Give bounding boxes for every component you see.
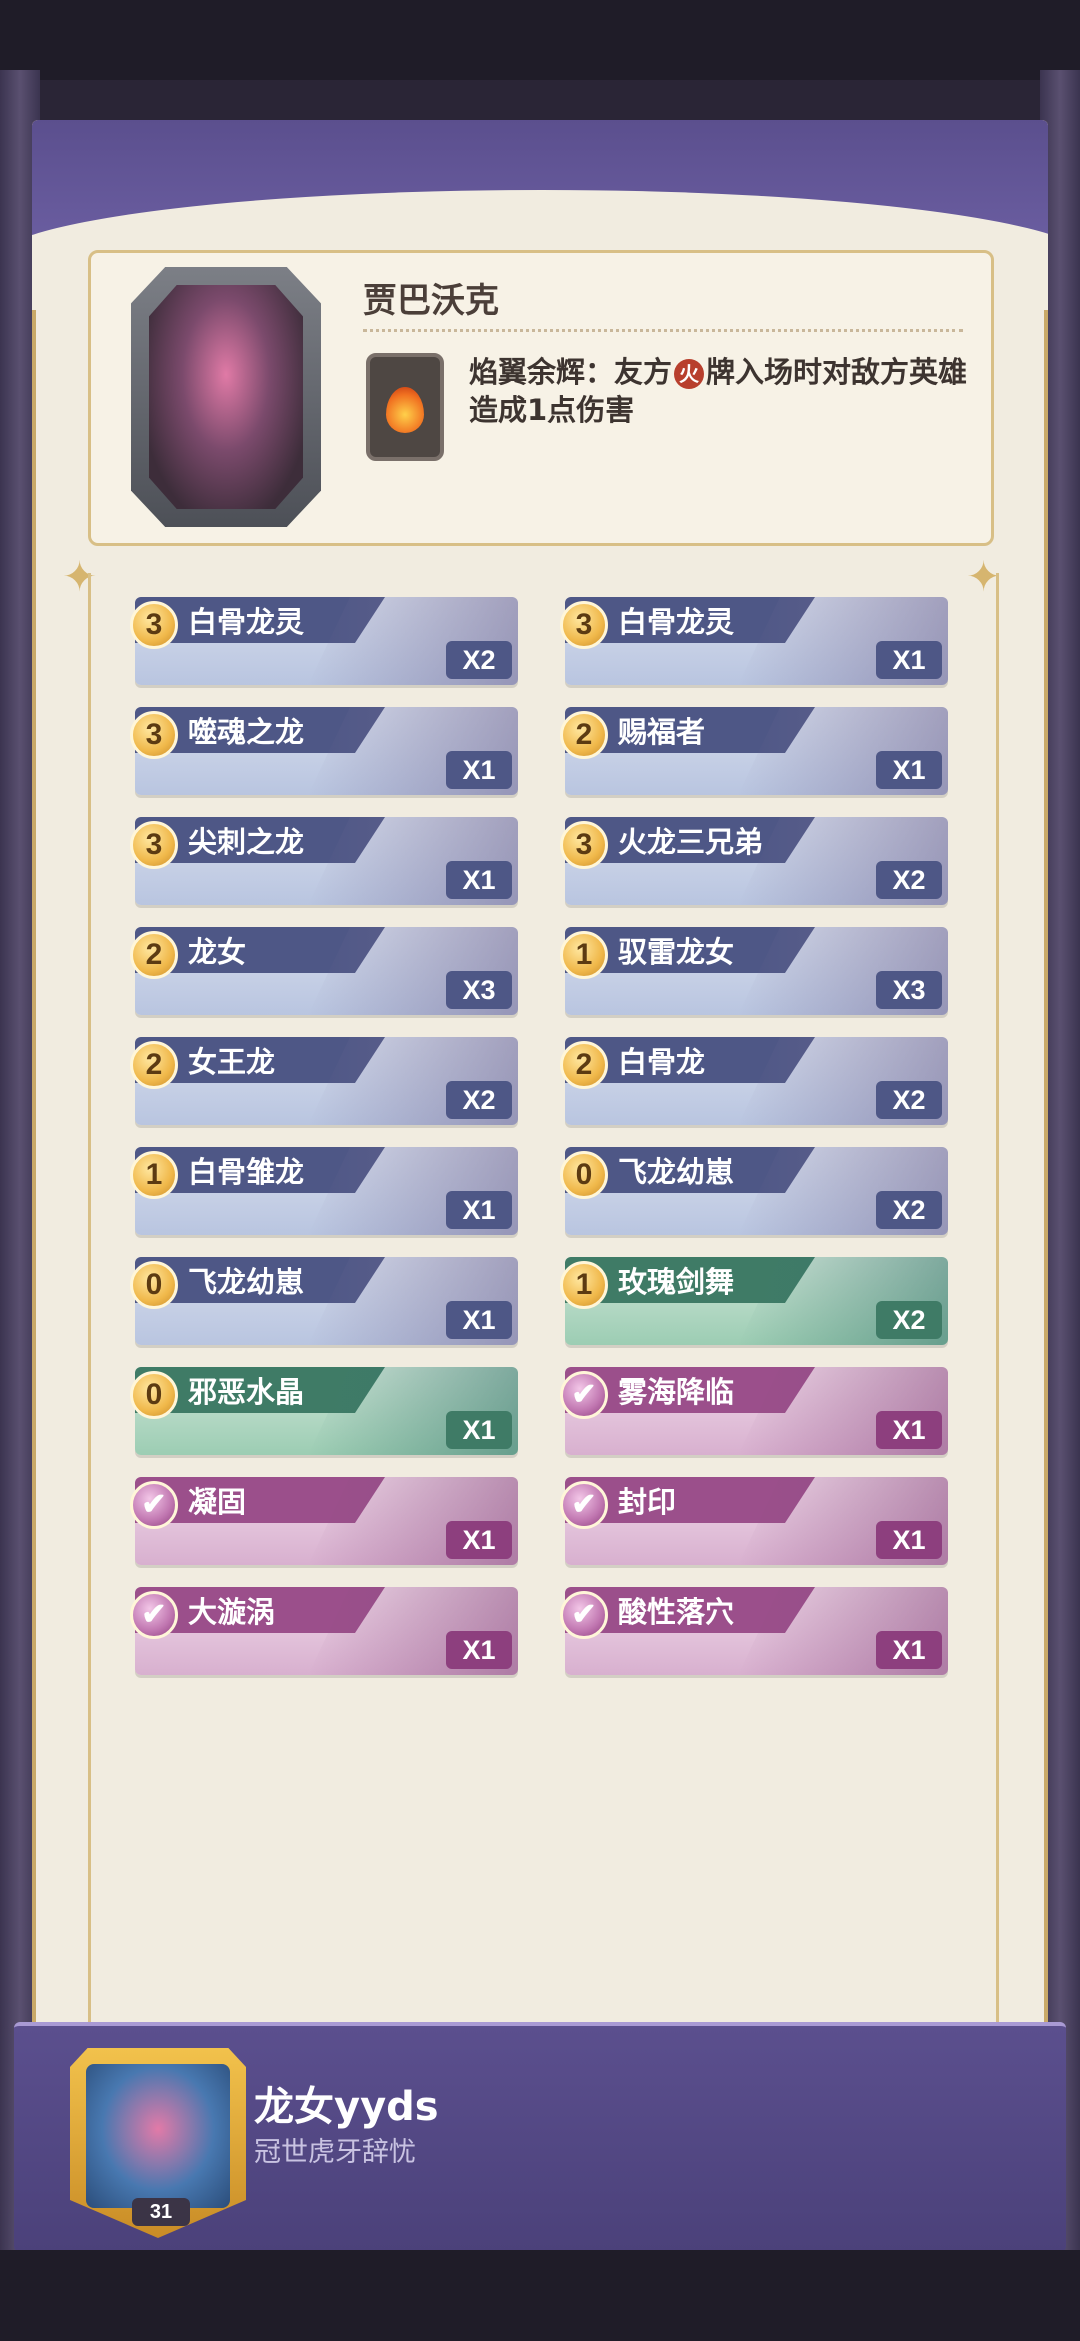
status-bar-area <box>0 0 1080 80</box>
fire-element-icon: 火 <box>674 359 705 389</box>
hero-divider <box>363 329 963 332</box>
card-name: 驭雷龙女 <box>618 935 735 969</box>
spell-check-icon: ✔ <box>560 1591 608 1639</box>
card-cost-coin: 3 <box>560 601 608 649</box>
card-name: 白骨雏龙 <box>188 1155 305 1189</box>
fire-skill-icon[interactable] <box>366 353 444 461</box>
spell-check-icon: ✔ <box>130 1591 178 1639</box>
card-cost-coin: 2 <box>560 1041 608 1089</box>
deck-card[interactable]: X1 0 飞龙幼崽 <box>130 1255 518 1347</box>
card-cost-coin: 2 <box>130 1041 178 1089</box>
deck-card[interactable]: X1 ✔ 凝固 <box>130 1475 518 1567</box>
card-cost-coin: 3 <box>560 821 608 869</box>
card-name: 噬魂之龙 <box>188 715 305 749</box>
hero-skill-description: 焰翼余辉：友方火牌入场时对敌方英雄造成1点伤害 <box>469 353 969 429</box>
card-count-badge: X3 <box>446 971 512 1009</box>
card-cost-coin: 1 <box>560 1261 608 1309</box>
deck-card[interactable]: X2 3 白骨龙灵 <box>130 595 518 687</box>
card-name: 赐福者 <box>618 715 706 749</box>
avatar <box>86 2064 230 2208</box>
deck-card[interactable]: X1 3 尖刺之龙 <box>130 815 518 907</box>
card-cost-coin: 1 <box>130 1151 178 1199</box>
deck-card[interactable]: X1 ✔ 酸性落穴 <box>560 1585 948 1677</box>
deck-card[interactable]: X1 ✔ 封印 <box>560 1475 948 1567</box>
hero-portrait <box>131 267 321 527</box>
player-name: 龙女yyds <box>254 2084 439 2130</box>
card-count-badge: X2 <box>876 1191 942 1229</box>
spell-check-icon: ✔ <box>560 1481 608 1529</box>
hero-name: 贾巴沃克 <box>363 281 499 321</box>
card-count-badge: X1 <box>876 751 942 789</box>
card-name: 白骨龙灵 <box>188 605 305 639</box>
player-title: 冠世虎牙辞忧 <box>254 2137 416 2168</box>
card-count-badge: X2 <box>876 861 942 899</box>
deck-card[interactable]: X1 ✔ 大漩涡 <box>130 1585 518 1677</box>
panel-header-band <box>32 120 1048 310</box>
card-cost-coin: 1 <box>560 931 608 979</box>
card-cost-coin: 3 <box>130 821 178 869</box>
deck-card[interactable]: X1 ✔ 雾海降临 <box>560 1365 948 1457</box>
spell-check-icon: ✔ <box>560 1371 608 1419</box>
card-count-badge: X1 <box>446 1191 512 1229</box>
card-count-badge: X1 <box>876 1631 942 1669</box>
deck-card[interactable]: X1 1 白骨雏龙 <box>130 1145 518 1237</box>
deck-card[interactable]: X2 2 女王龙 <box>130 1035 518 1127</box>
card-count-badge: X1 <box>446 861 512 899</box>
card-name: 飞龙幼崽 <box>188 1265 305 1299</box>
card-cost-coin: 2 <box>560 711 608 759</box>
card-count-badge: X1 <box>446 1301 512 1339</box>
card-name: 女王龙 <box>188 1045 276 1079</box>
card-cost-coin: 2 <box>130 931 178 979</box>
card-name: 玫瑰剑舞 <box>618 1265 735 1299</box>
deck-card[interactable]: X1 3 噬魂之龙 <box>130 705 518 797</box>
card-count-badge: X2 <box>446 641 512 679</box>
deck-card[interactable]: X2 3 火龙三兄弟 <box>560 815 948 907</box>
card-name: 邪恶水晶 <box>188 1375 305 1409</box>
card-count-badge: X1 <box>876 1411 942 1449</box>
deck-card[interactable]: X2 0 飞龙幼崽 <box>560 1145 948 1237</box>
deck-card[interactable]: X1 0 邪恶水晶 <box>130 1365 518 1457</box>
avatar-frame[interactable]: 31 <box>70 2048 246 2238</box>
player-bar[interactable]: 31 龙女yyds 冠世虎牙辞忧 <box>14 2022 1066 2252</box>
card-count-badge: X1 <box>446 1631 512 1669</box>
deck-card[interactable]: X2 2 白骨龙 <box>560 1035 948 1127</box>
card-count-badge: X2 <box>876 1301 942 1339</box>
deck-card[interactable]: X3 2 龙女 <box>130 925 518 1017</box>
card-count-badge: X1 <box>876 1521 942 1559</box>
card-cost-coin: 0 <box>560 1151 608 1199</box>
card-count-badge: X1 <box>446 1411 512 1449</box>
card-name: 飞龙幼崽 <box>618 1155 735 1189</box>
deck-card[interactable]: X3 1 驭雷龙女 <box>560 925 948 1017</box>
card-name: 火龙三兄弟 <box>618 825 764 859</box>
card-cost-coin: 0 <box>130 1261 178 1309</box>
card-count-badge: X2 <box>446 1081 512 1119</box>
card-name: 凝固 <box>188 1485 247 1519</box>
card-name: 白骨龙 <box>618 1045 706 1079</box>
card-count-badge: X1 <box>876 641 942 679</box>
card-name: 大漩涡 <box>188 1595 276 1629</box>
card-cost-coin: 3 <box>130 711 178 759</box>
deck-card[interactable]: X1 2 赐福者 <box>560 705 948 797</box>
card-name: 龙女 <box>188 935 247 969</box>
card-count-badge: X1 <box>446 1521 512 1559</box>
card-name: 尖刺之龙 <box>188 825 305 859</box>
hero-portrait-image <box>149 285 303 509</box>
card-count-badge: X3 <box>876 971 942 1009</box>
player-level-badge: 31 <box>132 2198 190 2226</box>
card-cost-coin: 3 <box>130 601 178 649</box>
card-name: 白骨龙灵 <box>618 605 735 639</box>
card-count-badge: X1 <box>446 751 512 789</box>
skill-text-part-1: 焰翼余辉：友方 <box>469 355 673 389</box>
card-count-badge: X2 <box>876 1081 942 1119</box>
deck-card[interactable]: X2 1 玫瑰剑舞 <box>560 1255 948 1347</box>
deck-card[interactable]: X1 3 白骨龙灵 <box>560 595 948 687</box>
card-name: 封印 <box>618 1485 677 1519</box>
card-cost-coin: 0 <box>130 1371 178 1419</box>
hero-card[interactable]: 贾巴沃克 焰翼余辉：友方火牌入场时对敌方英雄造成1点伤害 <box>88 250 994 546</box>
bottom-band <box>0 2250 1080 2341</box>
card-name: 酸性落穴 <box>618 1595 735 1629</box>
card-name: 雾海降临 <box>618 1375 735 1409</box>
spell-check-icon: ✔ <box>130 1481 178 1529</box>
